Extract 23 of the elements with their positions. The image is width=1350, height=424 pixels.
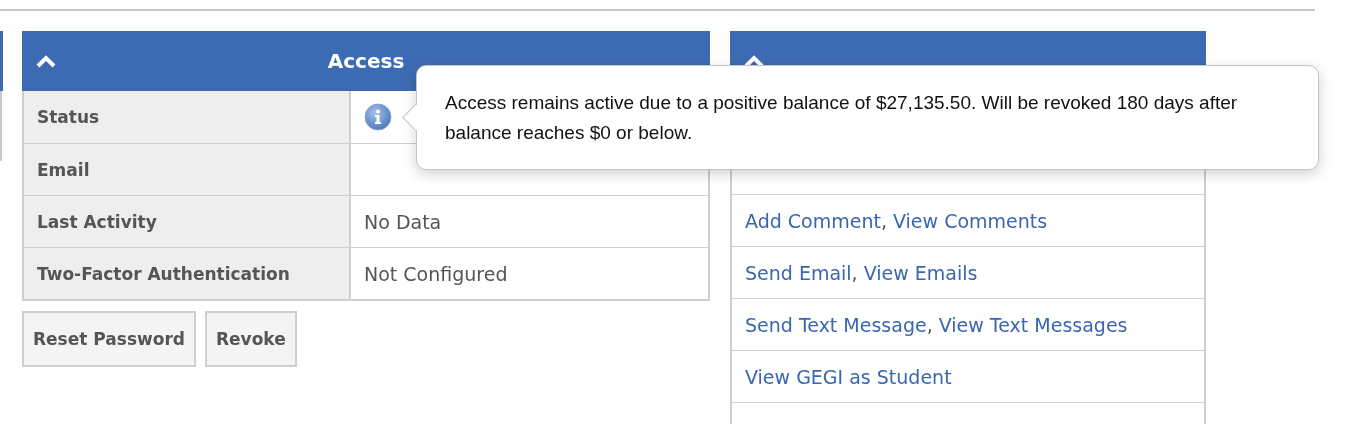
action-link[interactable]: View Text Messages (938, 313, 1128, 336)
row-label: Status (24, 91, 351, 143)
info-icon[interactable] (364, 103, 392, 131)
collapse-icon[interactable] (36, 54, 56, 68)
cell-value: No Data (364, 210, 442, 233)
action-link[interactable]: View Comments (893, 209, 1048, 232)
action-button[interactable]: Reset Password (22, 311, 196, 367)
action-text: Add Comment, View Comments (745, 209, 1048, 232)
action-text: Send Email, View Emails (745, 261, 978, 284)
panel-title: Access (326, 49, 406, 73)
action-button[interactable]: Revoke (204, 311, 297, 367)
action-link[interactable]: View GEGI as Student (745, 365, 952, 388)
tooltip-text: Access remains active due to a positive balance of $27,135.50. Will be revoked 180 days after balance reaches $0 or below. (445, 91, 1239, 145)
row-label: Email (24, 144, 351, 195)
collapse-icon[interactable] (744, 54, 764, 68)
row-label: Two-Factor Authentication (24, 248, 351, 299)
action-link[interactable]: Send Text Message (745, 313, 927, 336)
action-link[interactable]: View Emails (863, 261, 978, 284)
action-link[interactable]: Send Email (745, 261, 852, 284)
row-label: Last Activity (24, 196, 351, 247)
cell-value: Not Configured (364, 262, 508, 285)
action-text: Send Text Message, View Text Messages (745, 313, 1128, 336)
action-link[interactable]: Add Comment (745, 209, 881, 232)
